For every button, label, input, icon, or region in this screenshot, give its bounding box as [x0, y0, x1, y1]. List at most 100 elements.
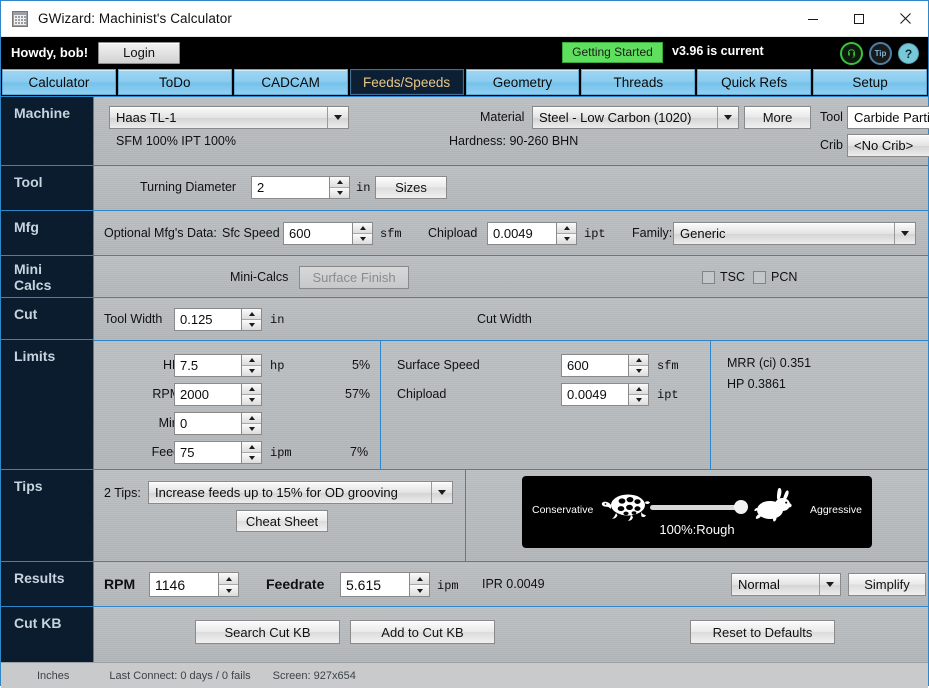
stepper-buttons[interactable]	[628, 383, 649, 406]
tip-icon[interactable]: Tip	[869, 42, 892, 65]
material-select[interactable]: Steel - Low Carbon (1020)	[532, 106, 739, 129]
tool-width-stepper[interactable]: 0.125	[174, 308, 262, 331]
feed-limit-stepper[interactable]: 75	[174, 441, 262, 464]
stepper-up-icon[interactable]	[629, 384, 648, 395]
surface-speed-stepper[interactable]: 600	[561, 354, 649, 377]
stepper-up-icon[interactable]	[242, 442, 261, 453]
sidebar-item-tool[interactable]: Tool	[1, 166, 93, 211]
stepper-down-icon[interactable]	[330, 188, 349, 198]
stepper-up-icon[interactable]	[242, 355, 261, 366]
sfc-speed-stepper[interactable]: 600	[283, 222, 373, 245]
mfg-chipload-input[interactable]: 0.0049	[487, 222, 556, 245]
stepper-down-icon[interactable]	[410, 585, 429, 596]
tab-geometry[interactable]: Geometry	[466, 69, 580, 95]
stepper-buttons[interactable]	[241, 354, 262, 377]
stepper-buttons[interactable]	[241, 308, 262, 331]
stepper-down-icon[interactable]	[242, 320, 261, 330]
tab-setup[interactable]: Setup	[813, 69, 927, 95]
cheat-sheet-button[interactable]: Cheat Sheet	[236, 510, 328, 532]
stepper-buttons[interactable]	[241, 441, 262, 464]
stepper-up-icon[interactable]	[629, 355, 648, 366]
turning-diameter-input[interactable]: 2	[251, 176, 329, 199]
sizes-button[interactable]: Sizes	[375, 176, 447, 199]
tab-todo[interactable]: ToDo	[118, 69, 232, 95]
maximize-icon[interactable]	[836, 1, 882, 36]
stepper-up-icon[interactable]	[353, 223, 372, 234]
stepper-buttons[interactable]	[352, 222, 373, 245]
tab-threads[interactable]: Threads	[581, 69, 695, 95]
add-to-cut-kb-button[interactable]: Add to Cut KB	[350, 620, 495, 644]
sidebar-item-results[interactable]: Results	[1, 562, 93, 607]
stepper-down-icon[interactable]	[242, 395, 261, 405]
stepper-up-icon[interactable]	[242, 309, 261, 320]
stepper-down-icon[interactable]	[557, 234, 576, 244]
stepper-buttons[interactable]	[409, 572, 430, 597]
tab-feeds-speeds[interactable]: Feeds/Speeds	[350, 69, 464, 95]
sidebar-item-mini-calcs[interactable]: Mini Calcs	[1, 256, 93, 298]
stepper-up-icon[interactable]	[410, 573, 429, 585]
min-rpm-input[interactable]: 0	[174, 412, 241, 435]
feed-aggressiveness-slider[interactable]: Conservative	[522, 476, 872, 548]
stepper-buttons[interactable]	[556, 222, 577, 245]
sidebar-item-limits[interactable]: Limits	[1, 340, 93, 470]
feed-limit-input[interactable]: 75	[174, 441, 241, 464]
close-icon[interactable]	[882, 1, 928, 36]
tsc-checkbox[interactable]	[702, 271, 715, 284]
mode-select[interactable]: Normal	[731, 573, 841, 596]
tool-select[interactable]: Carbide Parting/Gro	[847, 106, 929, 129]
chipload-stepper[interactable]: 0.0049	[561, 383, 649, 406]
chipload-input[interactable]: 0.0049	[561, 383, 628, 406]
feedrate-input[interactable]: 5.615	[340, 572, 409, 597]
stepper-buttons[interactable]	[329, 176, 350, 199]
stepper-buttons[interactable]	[241, 412, 262, 435]
tab-quick-refs[interactable]: Quick Refs	[697, 69, 811, 95]
surface-finish-button[interactable]: Surface Finish	[299, 266, 409, 289]
min-rpm-stepper[interactable]: 0	[174, 412, 262, 435]
rpm-stepper[interactable]: 1146	[149, 572, 239, 597]
stepper-up-icon[interactable]	[219, 573, 238, 585]
rpm-limit-input[interactable]: 2000	[174, 383, 241, 406]
stepper-down-icon[interactable]	[629, 366, 648, 376]
pcn-checkbox[interactable]	[753, 271, 766, 284]
hp-limit-input[interactable]: 7.5	[174, 354, 241, 377]
machine-select[interactable]: Haas TL-1	[109, 106, 349, 129]
tab-cadcam[interactable]: CADCAM	[234, 69, 348, 95]
stepper-up-icon[interactable]	[242, 413, 261, 424]
feedrate-stepper[interactable]: 5.615	[340, 572, 430, 597]
slider-track[interactable]	[650, 505, 740, 510]
hp-limit-stepper[interactable]: 7.5	[174, 354, 262, 377]
stepper-up-icon[interactable]	[242, 384, 261, 395]
reset-to-defaults-button[interactable]: Reset to Defaults	[690, 620, 835, 644]
sidebar-item-cut[interactable]: Cut	[1, 298, 93, 340]
tool-width-input[interactable]: 0.125	[174, 308, 241, 331]
turning-diameter-stepper[interactable]: 2	[251, 176, 350, 199]
help-icon[interactable]: ?	[898, 43, 919, 64]
rpm-input[interactable]: 1146	[149, 572, 218, 597]
sidebar-item-tips[interactable]: Tips	[1, 470, 93, 562]
search-cut-kb-button[interactable]: Search Cut KB	[195, 620, 340, 644]
stepper-down-icon[interactable]	[629, 395, 648, 405]
family-select[interactable]: Generic	[673, 222, 916, 245]
sidebar-item-cut-kb[interactable]: Cut KB	[1, 607, 93, 662]
getting-started-button[interactable]: Getting Started	[562, 42, 663, 63]
sfc-speed-input[interactable]: 600	[283, 222, 352, 245]
slider-knob[interactable]	[734, 500, 748, 514]
stepper-up-icon[interactable]	[557, 223, 576, 234]
surface-speed-input[interactable]: 600	[561, 354, 628, 377]
crib-select[interactable]: <No Crib>	[847, 134, 929, 157]
simplify-button[interactable]: Simplify	[848, 573, 926, 596]
mfg-chipload-stepper[interactable]: 0.0049	[487, 222, 577, 245]
stepper-down-icon[interactable]	[242, 453, 261, 463]
stepper-buttons[interactable]	[218, 572, 239, 597]
tip-select[interactable]: Increase feeds up to 15% for OD grooving	[148, 481, 453, 504]
rpm-limit-stepper[interactable]: 2000	[174, 383, 262, 406]
minimize-icon[interactable]	[790, 1, 836, 36]
sidebar-item-mfg[interactable]: Mfg	[1, 211, 93, 256]
more-button[interactable]: More	[744, 106, 811, 129]
stepper-down-icon[interactable]	[242, 366, 261, 376]
stepper-down-icon[interactable]	[242, 424, 261, 434]
stepper-up-icon[interactable]	[330, 177, 349, 188]
stepper-buttons[interactable]	[628, 354, 649, 377]
stepper-down-icon[interactable]	[353, 234, 372, 244]
stepper-buttons[interactable]	[241, 383, 262, 406]
